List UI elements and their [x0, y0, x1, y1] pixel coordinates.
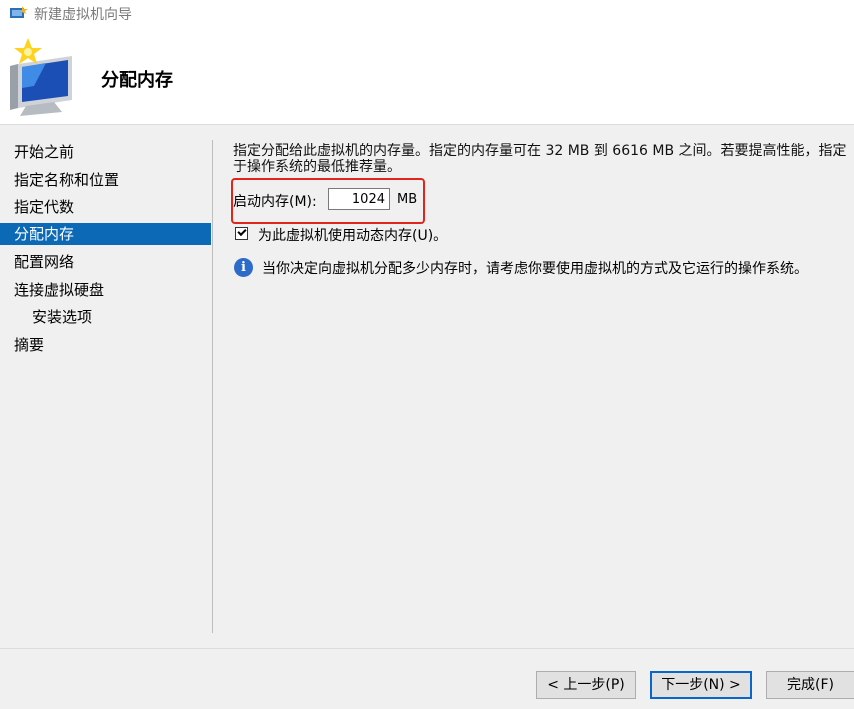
nav-item-assign-memory[interactable]: 分配内存	[0, 223, 211, 245]
monitor-star-icon	[10, 38, 72, 116]
dynamic-memory-checkbox[interactable]	[235, 226, 248, 240]
nav-divider	[212, 140, 213, 633]
wizard-header: 分配内存	[0, 26, 854, 125]
nav-item-install-options[interactable]: 安装选项	[0, 306, 211, 328]
nav-item-summary[interactable]: 摘要	[0, 334, 211, 356]
nav-item-before-you-begin[interactable]: 开始之前	[0, 141, 211, 163]
wizard-steps-nav: 开始之前 指定名称和位置 指定代数 分配内存 配置网络 连接虚拟硬盘 安装选项 …	[0, 138, 212, 634]
checkmark-icon	[237, 226, 247, 237]
next-button[interactable]: 下一步(N) >	[650, 671, 752, 699]
description-line-2: 于操作系统的最低推荐量。	[233, 159, 401, 175]
title-bar: 新建虚拟机向导	[0, 0, 854, 26]
nav-item-virtual-disk[interactable]: 连接虚拟硬盘	[0, 279, 211, 301]
nav-item-network[interactable]: 配置网络	[0, 251, 211, 273]
nav-item-name-location[interactable]: 指定名称和位置	[0, 169, 211, 191]
nav-item-generation[interactable]: 指定代数	[0, 196, 211, 218]
info-text: 当你决定向虚拟机分配多少内存时，请考虑你要使用虚拟机的方式及它运行的操作系统。	[262, 261, 808, 277]
back-button[interactable]: < 上一步(P)	[536, 671, 636, 699]
memory-unit-label: MB	[397, 192, 418, 207]
dynamic-memory-label[interactable]: 为此虚拟机使用动态内存(U)。	[258, 225, 447, 245]
info-row: i 当你决定向虚拟机分配多少内存时，请考虑你要使用虚拟机的方式及它运行的操作系统…	[233, 256, 854, 278]
finish-button[interactable]: 完成(F)	[766, 671, 854, 699]
window-title: 新建虚拟机向导	[34, 7, 132, 23]
startup-memory-input[interactable]	[328, 188, 390, 210]
description-line-1: 指定分配给此虚拟机的内存量。指定的内存量可在 32 MB 到 6616 MB 之…	[233, 143, 847, 159]
footer-divider	[0, 648, 854, 649]
startup-memory-label: 启动内存(M):	[233, 194, 317, 210]
virtual-machine-icon	[10, 6, 28, 18]
page-title: 分配内存	[101, 70, 173, 91]
info-icon: i	[234, 258, 253, 277]
